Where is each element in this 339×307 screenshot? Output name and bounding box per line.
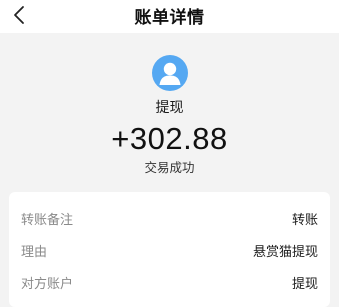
nav-bar: 账单详情	[0, 0, 339, 33]
detail-row: 理由 悬赏猫提现	[21, 241, 318, 261]
transaction-amount: +302.88	[111, 121, 228, 156]
detail-label: 对方账户	[21, 277, 74, 292]
page-title: 账单详情	[134, 8, 205, 28]
detail-label: 理由	[21, 245, 48, 260]
transaction-summary: 提现 +302.88 交易成功	[0, 33, 339, 185]
transaction-type: 提现	[155, 100, 184, 116]
user-icon	[152, 55, 188, 91]
detail-label: 转账备注	[21, 213, 74, 228]
detail-value: 提现	[291, 277, 318, 292]
details-card: 转账备注 转账 理由 悬赏猫提现 对方账户 提现	[9, 192, 330, 307]
transaction-status: 交易成功	[144, 160, 195, 175]
detail-value: 转账	[291, 213, 318, 228]
detail-row: 转账备注 转账	[21, 209, 318, 229]
detail-row: 对方账户 提现	[21, 273, 318, 293]
detail-value: 悬赏猫提现	[252, 245, 318, 260]
